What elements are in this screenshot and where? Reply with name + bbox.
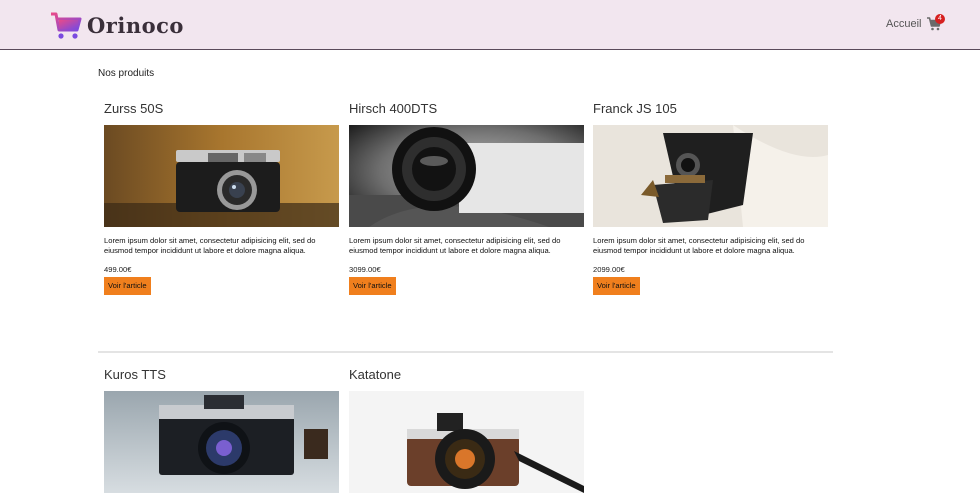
nav-link-home[interactable]: Accueil <box>886 18 921 30</box>
row-divider <box>98 351 833 353</box>
view-article-button[interactable]: Voir l'article <box>349 277 396 295</box>
section-title: Nos produits <box>98 68 155 79</box>
product-title: Franck JS 105 <box>593 101 677 116</box>
product-image[interactable] <box>104 125 339 227</box>
product-image[interactable] <box>593 125 828 227</box>
product-title: Katatone <box>349 367 402 382</box>
product-price: 2099.00€ <box>593 265 625 274</box>
product-price: 3099.00€ <box>349 265 381 274</box>
product-description: Lorem ipsum dolor sit amet, consectetur … <box>593 236 805 255</box>
product-title: Hirsch 400DTS <box>349 101 438 116</box>
site-header: Orinoco Accueil 4 <box>0 0 980 50</box>
product-description: Lorem ipsum dolor sit amet, consectetur … <box>349 236 561 255</box>
logo[interactable]: Orinoco <box>50 10 190 42</box>
logo-text: Orinoco <box>87 13 184 38</box>
product-title: Kuros TTS <box>104 367 166 382</box>
view-article-button[interactable]: Voir l'article <box>104 277 151 295</box>
product-image[interactable] <box>104 391 339 493</box>
view-article-button[interactable]: Voir l'article <box>593 277 640 295</box>
cart-count-badge: 4 <box>935 14 945 24</box>
product-description: Lorem ipsum dolor sit amet, consectetur … <box>104 236 316 255</box>
shopping-cart-logo-icon <box>51 12 82 39</box>
product-title: Zurss 50S <box>104 101 164 116</box>
product-image[interactable] <box>349 125 584 227</box>
product-image[interactable] <box>349 391 584 493</box>
product-price: 499.00€ <box>104 265 132 274</box>
